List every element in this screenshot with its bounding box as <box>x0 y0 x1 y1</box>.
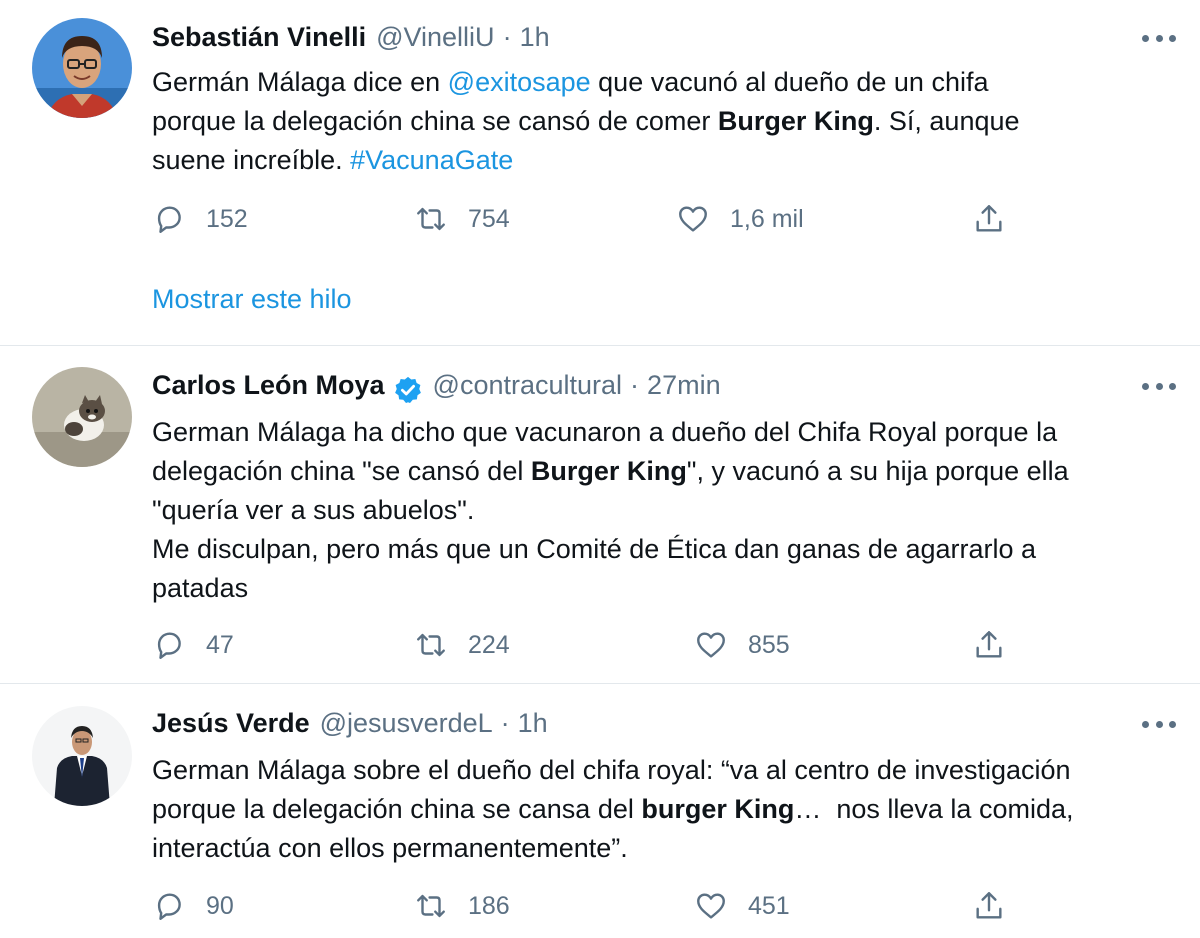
reply-icon <box>157 893 181 920</box>
verified-badge-icon <box>394 376 421 403</box>
reply-icon <box>157 632 181 659</box>
bold-text: Burger King <box>717 106 874 136</box>
retweet-button[interactable]: 224 <box>414 625 510 665</box>
tweet-text: Germán Málaga dice en @exitosape que vac… <box>152 63 1180 180</box>
show-thread-link[interactable]: Mostrar este hilo <box>152 284 352 315</box>
reply-button[interactable]: 152 <box>152 199 248 239</box>
author-handle[interactable]: @jesusverdeL <box>320 708 493 739</box>
avatar[interactable] <box>32 367 132 467</box>
share-icon <box>976 205 1002 232</box>
more-icon-dot <box>1169 34 1176 42</box>
share-button[interactable] <box>972 199 1006 239</box>
tweet-text: German Málaga ha dicho que vacunaron a d… <box>152 413 1180 608</box>
retweet-count: 224 <box>468 630 510 659</box>
retweet-count: 186 <box>468 891 510 920</box>
mention-link[interactable]: @exitosape <box>448 67 591 97</box>
reply-button[interactable]: 47 <box>152 625 234 665</box>
retweet-button[interactable]: 754 <box>414 199 510 239</box>
like-count: 855 <box>748 630 790 659</box>
retweet-icon <box>417 207 445 231</box>
more-icon <box>1142 382 1149 390</box>
more-icon-dot <box>1155 720 1163 728</box>
separator-dot: · <box>502 22 512 52</box>
tweet-actions: 47 224 855 <box>152 625 1022 665</box>
like-button[interactable]: 1,6 mil <box>676 199 804 239</box>
retweet-icon <box>417 894 445 918</box>
share-button[interactable] <box>972 886 1006 926</box>
author-name[interactable]: Carlos León Moya <box>152 370 385 401</box>
hashtag-link[interactable]: #VacunaGate <box>350 145 513 175</box>
timestamp[interactable]: 1h <box>520 22 550 53</box>
like-icon <box>679 206 707 232</box>
like-icon <box>697 632 725 658</box>
tweet-header: Sebastián Vinelli @VinelliU · 1h <box>152 22 1120 62</box>
more-options-button[interactable] <box>1142 376 1176 396</box>
bold-text: burger King <box>641 794 795 824</box>
tweet-text: German Málaga sobre el dueño del chifa r… <box>152 751 1180 868</box>
like-icon <box>697 893 725 919</box>
retweet-button[interactable]: 186 <box>414 886 510 926</box>
avatar[interactable] <box>32 706 132 806</box>
separator-dot: · <box>500 708 510 738</box>
retweet-icon <box>417 633 445 657</box>
tweet-header: Carlos León Moya @contracultural · 27min <box>152 370 1120 410</box>
share-icon <box>976 631 1002 658</box>
more-options-button[interactable] <box>1142 714 1176 734</box>
avatar[interactable] <box>32 18 132 118</box>
like-button[interactable]: 855 <box>694 625 790 665</box>
more-icon-dot <box>1155 34 1163 42</box>
author-name[interactable]: Jesús Verde <box>152 708 310 739</box>
tweet[interactable]: Sebastián Vinelli @VinelliU · 1h Germán … <box>0 0 1200 346</box>
share-button[interactable] <box>972 625 1006 665</box>
timestamp[interactable]: 1h <box>518 708 548 739</box>
like-count: 451 <box>748 891 790 920</box>
more-icon-dot <box>1169 382 1176 390</box>
tweet-header: Jesús Verde @jesusverdeL · 1h <box>152 708 1120 748</box>
reply-count: 47 <box>206 630 234 659</box>
tweet[interactable]: Jesús Verde @jesusverdeL · 1h German Mál… <box>0 684 1200 938</box>
tweet-actions: 152 754 1,6 mil <box>152 199 1022 239</box>
tweet-actions: 90 186 451 <box>152 886 1022 926</box>
separator-dot: · <box>630 370 640 400</box>
tweet[interactable]: Carlos León Moya @contracultural · 27min… <box>0 346 1200 684</box>
reply-count: 90 <box>206 891 234 920</box>
like-count: 1,6 mil <box>730 204 804 233</box>
like-button[interactable]: 451 <box>694 886 790 926</box>
more-options-button[interactable] <box>1142 28 1176 48</box>
author-handle[interactable]: @VinelliU <box>376 22 494 53</box>
reply-icon <box>157 206 181 233</box>
author-name[interactable]: Sebastián Vinelli <box>152 22 366 53</box>
timestamp[interactable]: 27min <box>647 370 721 401</box>
reply-button[interactable]: 90 <box>152 886 234 926</box>
share-icon <box>976 892 1002 919</box>
author-handle[interactable]: @contracultural <box>433 370 623 401</box>
reply-count: 152 <box>206 204 248 233</box>
retweet-count: 754 <box>468 204 510 233</box>
bold-text: Burger King <box>530 456 687 486</box>
tweet-text-segment: Germán Málaga dice en <box>152 67 448 97</box>
more-icon-dot <box>1155 382 1163 390</box>
more-icon <box>1142 34 1149 42</box>
more-icon-dot <box>1169 720 1176 728</box>
more-icon <box>1142 720 1149 728</box>
